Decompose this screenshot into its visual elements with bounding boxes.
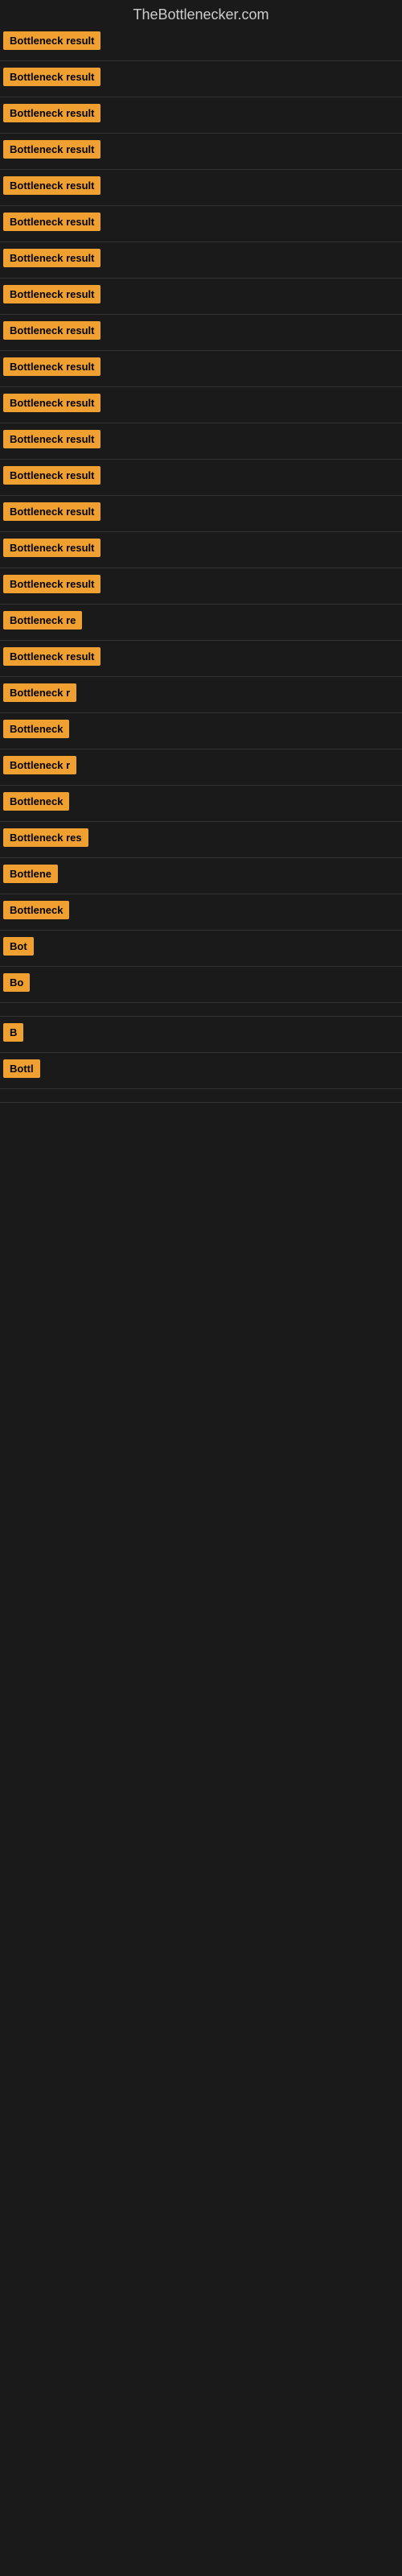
list-item: Bottleneck result — [0, 208, 402, 240]
bottleneck-badge[interactable]: Bottleneck r — [3, 756, 76, 774]
list-item: Bottl — [0, 1055, 402, 1087]
bottleneck-badge[interactable]: Bottleneck result — [3, 176, 100, 195]
bottleneck-badge[interactable]: Bottleneck result — [3, 213, 100, 231]
divider — [0, 386, 402, 387]
list-item: Bottleneck r — [0, 751, 402, 783]
bottleneck-badge[interactable]: Bottleneck r — [3, 683, 76, 702]
divider — [0, 495, 402, 496]
list-item: Bottleneck result — [0, 99, 402, 131]
bottleneck-badge[interactable]: Bottleneck result — [3, 68, 100, 86]
divider — [0, 350, 402, 351]
bottleneck-badge[interactable]: Bottleneck result — [3, 140, 100, 159]
bottleneck-badge[interactable]: Bottleneck result — [3, 539, 100, 557]
bottleneck-badge[interactable]: Bottleneck result — [3, 502, 100, 521]
bottleneck-badge[interactable]: Bottleneck result — [3, 466, 100, 485]
divider — [0, 712, 402, 713]
bottleneck-badge[interactable]: Bottleneck result — [3, 31, 100, 50]
bottleneck-badge[interactable]: B — [3, 1023, 23, 1042]
list-item: Bottleneck — [0, 787, 402, 819]
divider — [0, 966, 402, 967]
bottleneck-badge[interactable]: Bottleneck result — [3, 249, 100, 267]
list-item: Bottleneck result — [0, 171, 402, 204]
list-item: Bottleneck result — [0, 244, 402, 276]
list-item: Bottleneck result — [0, 570, 402, 602]
list-item: Bottleneck re — [0, 606, 402, 638]
list-item: Bottleneck — [0, 896, 402, 928]
bottleneck-badge[interactable]: Bo — [3, 973, 30, 992]
divider — [0, 857, 402, 858]
list-item: Bottleneck result — [0, 135, 402, 167]
divider — [0, 676, 402, 677]
bottleneck-badge[interactable]: Bottleneck result — [3, 647, 100, 666]
list-item: Bottleneck result — [0, 316, 402, 349]
list-item: Bottleneck result — [0, 534, 402, 566]
divider — [0, 60, 402, 61]
list-item: Bottleneck result — [0, 642, 402, 675]
bottleneck-badge[interactable]: Bottleneck — [3, 792, 69, 811]
bottleneck-badge[interactable]: Bottlene — [3, 865, 58, 883]
list-item: Bottleneck result — [0, 497, 402, 530]
list-item: Bottleneck r — [0, 679, 402, 711]
site-title: TheBottlenecker.com — [0, 0, 402, 27]
bottleneck-badge[interactable]: Bottleneck result — [3, 285, 100, 303]
list-item: Bottlene — [0, 860, 402, 892]
list-item: Bottleneck result — [0, 389, 402, 421]
divider — [0, 785, 402, 786]
bottleneck-badge[interactable]: Bottleneck result — [3, 430, 100, 448]
bottleneck-badge[interactable]: Bottleneck result — [3, 575, 100, 593]
divider — [0, 459, 402, 460]
list-item: Bottleneck — [0, 715, 402, 747]
divider — [0, 133, 402, 134]
list-item: B — [0, 1018, 402, 1051]
divider — [0, 1002, 402, 1003]
bottleneck-badge[interactable]: Bottleneck result — [3, 357, 100, 376]
divider — [0, 1102, 402, 1103]
items-list: Bottleneck result Bottleneck result Bottle… — [0, 27, 402, 1103]
divider — [0, 531, 402, 532]
divider — [0, 205, 402, 206]
bottleneck-badge[interactable]: Bottleneck result — [3, 321, 100, 340]
list-item: Bottleneck result — [0, 461, 402, 493]
divider — [0, 640, 402, 641]
list-item: Bottleneck result — [0, 425, 402, 457]
divider — [0, 821, 402, 822]
bottleneck-badge[interactable]: Bottleneck res — [3, 828, 88, 847]
list-item: Bottleneck result — [0, 27, 402, 59]
divider — [0, 1052, 402, 1053]
list-item: Bo — [0, 968, 402, 1001]
list-item — [0, 1091, 402, 1100]
divider — [0, 169, 402, 170]
bottleneck-badge[interactable]: Bot — [3, 937, 34, 956]
bottleneck-badge[interactable]: Bottl — [3, 1059, 40, 1078]
bottleneck-badge[interactable]: Bottleneck re — [3, 611, 82, 630]
bottleneck-badge[interactable]: Bottleneck result — [3, 394, 100, 412]
divider — [0, 278, 402, 279]
divider — [0, 1088, 402, 1089]
list-item — [0, 1005, 402, 1014]
list-item: Bottleneck res — [0, 824, 402, 856]
bottleneck-badge[interactable]: Bottleneck — [3, 901, 69, 919]
list-item: Bottleneck result — [0, 353, 402, 385]
list-item: Bot — [0, 932, 402, 964]
divider — [0, 314, 402, 315]
list-item: Bottleneck result — [0, 63, 402, 95]
divider — [0, 930, 402, 931]
list-item: Bottleneck result — [0, 280, 402, 312]
page-container: TheBottlenecker.com Bottleneck resultBot… — [0, 0, 402, 1103]
bottleneck-badge[interactable]: Bottleneck result — [3, 104, 100, 122]
divider — [0, 1016, 402, 1017]
bottleneck-badge[interactable]: Bottleneck — [3, 720, 69, 738]
divider — [0, 604, 402, 605]
